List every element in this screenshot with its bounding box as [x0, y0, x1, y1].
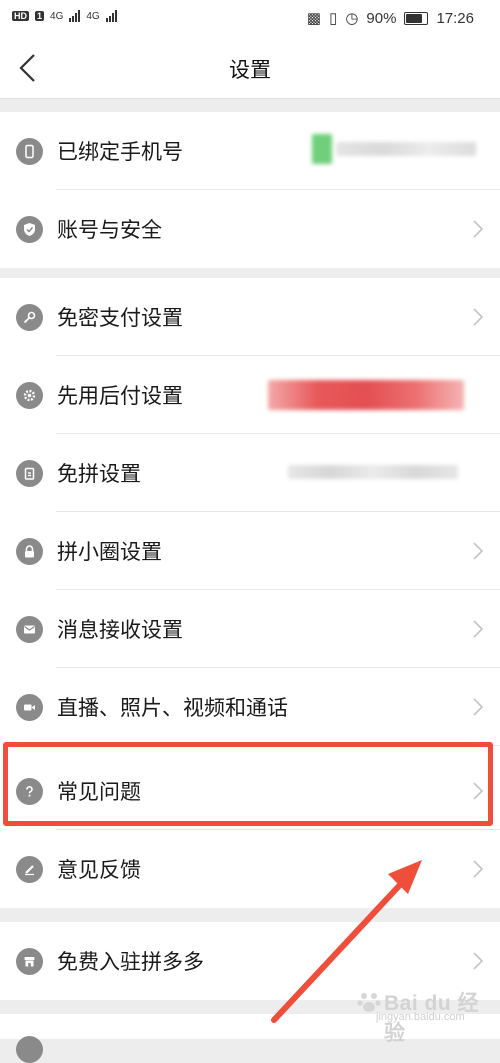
row-label: 拼小圈设置 — [57, 540, 162, 564]
mail-icon — [16, 616, 43, 643]
row-label: 免拼设置 — [57, 462, 141, 486]
row-label: 直播、照片、视频和通话 — [57, 696, 288, 720]
hd-badge: HD — [12, 11, 29, 21]
annotation-highlight-box — [3, 742, 493, 826]
masked-phone-number — [312, 134, 332, 164]
masked-phone-number-tail — [336, 142, 476, 156]
row-label: 免费入驻拼多多 — [57, 950, 204, 974]
alarm-icon: ◷ — [345, 10, 359, 27]
signal-icon-2 — [105, 10, 117, 22]
row-label: 消息接收设置 — [57, 618, 183, 642]
row-live-media-calls[interactable]: 直播、照片、视频和通话 — [0, 668, 500, 746]
settings-group-account: 已绑定手机号 账号与安全 — [0, 112, 500, 268]
watermark: Bai du 经验 jingyan.baidu.com — [356, 985, 486, 1045]
chevron-right-icon — [473, 620, 484, 638]
row-label: 意见反馈 — [57, 858, 141, 882]
sim-badge: 1 — [35, 11, 45, 21]
gear-icon — [16, 382, 43, 409]
row-message-settings[interactable]: 消息接收设置 — [0, 590, 500, 668]
key-icon — [16, 304, 43, 331]
nfc-icon: ▩ — [306, 10, 322, 27]
status-left: HD 1 4G 4G — [12, 10, 117, 22]
chevron-right-icon — [473, 220, 484, 238]
chevron-right-icon — [473, 308, 484, 326]
row-circle-settings[interactable]: 拼小圈设置 — [0, 512, 500, 590]
masked-pay-later-status — [268, 380, 464, 410]
chevron-right-icon — [473, 860, 484, 878]
network-label-1: 4G — [50, 10, 64, 22]
signal-icon — [69, 10, 81, 22]
video-camera-icon — [16, 694, 43, 721]
battery-icon — [404, 11, 429, 25]
status-right: ▩ ▯ ◷ 90% 17:26 — [306, 9, 474, 28]
row-label: 先用后付设置 — [57, 384, 183, 408]
lock-icon — [16, 538, 43, 565]
chevron-right-icon — [473, 542, 484, 560]
vibrate-icon: ▯ — [329, 10, 338, 27]
clock: 17:26 — [436, 9, 474, 27]
store-icon — [16, 948, 43, 975]
chevron-right-icon — [473, 698, 484, 716]
row-bound-phone[interactable]: 已绑定手机号 — [0, 112, 500, 190]
row-password-free-pay[interactable]: 免密支付设置 — [0, 278, 500, 356]
row-label: 已绑定手机号 — [57, 140, 183, 164]
clipboard-icon — [16, 460, 43, 487]
watermark-url: jingyan.baidu.com — [376, 1011, 465, 1023]
shield-check-icon — [16, 216, 43, 243]
row-label: 免密支付设置 — [57, 306, 183, 330]
masked-skip-group-status — [288, 465, 458, 479]
row-skip-group[interactable]: 免拼设置 — [0, 434, 500, 512]
phone-icon — [16, 138, 43, 165]
network-label-2: 4G — [86, 10, 100, 22]
status-bar: HD 1 4G 4G ▩ ▯ ◷ 90% 17:26 — [0, 0, 500, 38]
chevron-right-icon — [473, 952, 484, 970]
row-account-security[interactable]: 账号与安全 — [0, 190, 500, 268]
page-title: 设置 — [229, 58, 271, 82]
row-pay-later[interactable]: 先用后付设置 — [0, 356, 500, 434]
battery-percent: 90% — [366, 9, 397, 27]
partial-row-icon — [16, 1036, 43, 1063]
nav-bar: 设置 — [0, 38, 500, 99]
pencil-icon — [16, 856, 43, 883]
row-label: 账号与安全 — [57, 218, 162, 242]
